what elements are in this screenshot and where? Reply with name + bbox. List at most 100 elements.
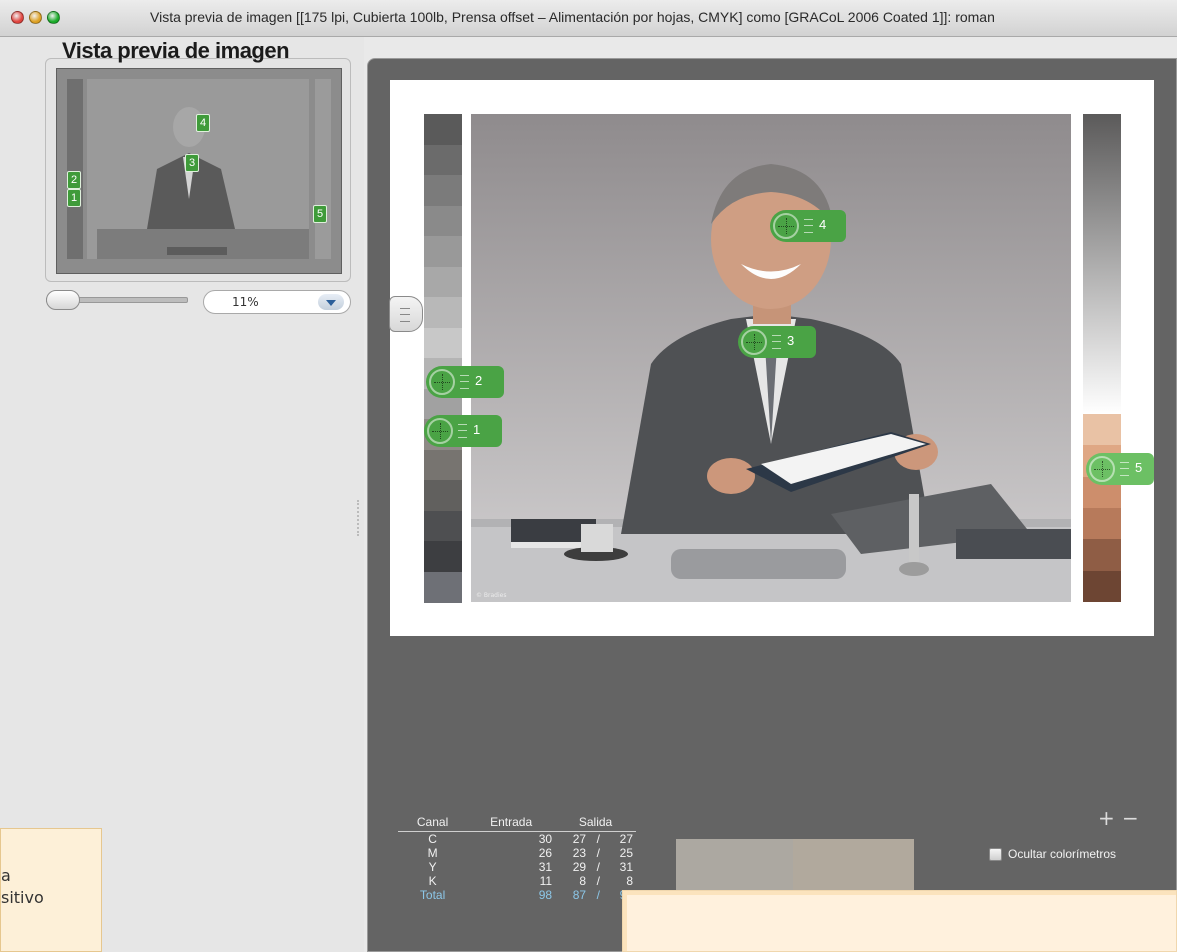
channel-cell: Y [428, 860, 437, 874]
gray-patch [424, 114, 462, 145]
add-colorimeter-button[interactable]: + [1098, 806, 1115, 830]
colorimeter-number: 2 [475, 373, 483, 388]
colorimeter-number: 4 [819, 217, 827, 232]
menu-lines-icon [1120, 462, 1129, 476]
skin-patch [1083, 570, 1121, 603]
crosshair-icon [427, 418, 453, 444]
column-header-canal: Canal [398, 815, 468, 832]
input-cell: 30 [538, 832, 553, 846]
zoom-window-button[interactable] [47, 11, 60, 24]
skin-patch [1083, 508, 1121, 540]
gray-patch [424, 175, 462, 206]
channel-cell: M [427, 846, 438, 860]
input-cell: 31 [538, 860, 553, 874]
gray-patch [424, 449, 462, 481]
gray-patch [424, 541, 462, 572]
separator-cell: / [596, 888, 600, 902]
split-view-handle[interactable] [357, 500, 361, 536]
channel-cell: Total [419, 888, 446, 902]
output-cell: 87 [572, 888, 587, 902]
callout-box [622, 890, 1177, 952]
minimize-button[interactable] [29, 11, 42, 24]
colorimeter-1[interactable]: 1 [424, 415, 502, 447]
skin-patch [1083, 539, 1121, 572]
crosshair-icon [773, 213, 799, 239]
navigator-thumbnail[interactable]: 4 3 2 1 5 [56, 68, 342, 274]
input-cell: 11 [539, 874, 553, 888]
photo-credit: © Bradies [476, 592, 507, 599]
hide-colorimeters-checkbox[interactable] [989, 848, 1002, 861]
title-bar: Vista previa de imagen [[175 lpi, Cubier… [0, 0, 1177, 37]
navigator-badge-2: 2 [67, 171, 82, 189]
gray-ramp [1083, 114, 1121, 414]
column-header-entrada: Entrada [467, 815, 556, 832]
gray-patch [424, 205, 462, 237]
separator-cell: / [596, 832, 600, 846]
crosshair-icon [429, 369, 455, 395]
column-header-salida: Salida [555, 815, 636, 832]
input-cell: 98 [538, 888, 553, 902]
output-cell: 8 [579, 874, 587, 888]
navigator-badge-3: 3 [185, 154, 200, 172]
navigator-badge-4: 4 [196, 114, 211, 132]
output-cell: 29 [572, 860, 587, 874]
window-title: Vista previa de imagen [[175 lpi, Cubier… [150, 9, 995, 25]
gray-patch [424, 510, 462, 542]
close-button[interactable] [11, 11, 24, 24]
menu-lines-icon [458, 424, 467, 438]
navigator-badge-1: 1 [67, 189, 82, 207]
input-cell: 26 [538, 846, 553, 860]
tooltip-fragment: a sitivo [0, 828, 102, 952]
output-cell: 23 [572, 846, 587, 860]
preview-photo[interactable]: © Bradies [471, 114, 1071, 602]
gray-patch [424, 266, 462, 298]
gray-patch [424, 480, 462, 511]
table-row: M 26 23 / 25 [398, 846, 636, 860]
gray-patch [424, 144, 462, 176]
channel-values-table: Canal Entrada Salida C 30 27 / 27 M 26 23 / 25 Y 31… [398, 815, 636, 902]
colorimeter-4[interactable]: 4 [770, 210, 846, 242]
zoom-value: 11% [232, 295, 259, 309]
table-row: C 30 27 / 27 [398, 832, 636, 847]
hide-colorimeters-label: Ocultar colorímetros [1008, 847, 1117, 861]
tooltip-fragment-text: a sitivo [1, 866, 44, 907]
output-cell: 27 [572, 832, 587, 846]
skin-control-strip [1083, 114, 1121, 603]
gray-patch [424, 571, 462, 603]
navigator-image [57, 69, 341, 273]
photo-image [471, 114, 1071, 602]
zoom-slider-knob[interactable] [46, 290, 80, 310]
colorimeter-5[interactable]: 5 [1086, 453, 1154, 485]
crosshair-icon [741, 329, 767, 355]
skin-patch [1083, 414, 1121, 446]
chevron-down-icon[interactable] [318, 294, 344, 310]
output-cell: 8 [626, 874, 633, 888]
colorimeter-2[interactable]: 2 [426, 366, 504, 398]
table-row: K 11 8 / 8 [398, 874, 636, 888]
remove-colorimeter-button[interactable]: − [1122, 806, 1139, 830]
channel-cell: K [428, 874, 437, 888]
output-cell: 31 [619, 860, 633, 874]
separator-cell: / [596, 846, 600, 860]
colorimeter-3[interactable]: 3 [738, 326, 816, 358]
output-cell: 25 [619, 846, 633, 860]
separator-cell: / [596, 874, 600, 888]
menu-lines-icon [772, 335, 781, 349]
gray-patch [424, 236, 462, 267]
separator-cell: / [596, 860, 600, 874]
zoom-select[interactable]: 11% [203, 290, 351, 314]
gray-patch [424, 297, 462, 328]
colorimeter-number: 1 [473, 422, 481, 437]
menu-lines-icon [460, 375, 469, 389]
output-cell: 27 [619, 832, 633, 846]
colorimeter-number: 3 [787, 333, 795, 348]
gray-patch [424, 327, 462, 359]
side-drawer-handle[interactable] [389, 296, 423, 332]
gray-control-strip [424, 114, 462, 603]
menu-lines-icon [804, 219, 813, 233]
table-row: Y 31 29 / 31 [398, 860, 636, 874]
navigator-badge-5: 5 [313, 205, 328, 223]
channel-cell: C [428, 832, 437, 846]
callout-title: Vista previa de imagen [62, 38, 290, 63]
table-row: Total9887/91 [398, 888, 636, 902]
